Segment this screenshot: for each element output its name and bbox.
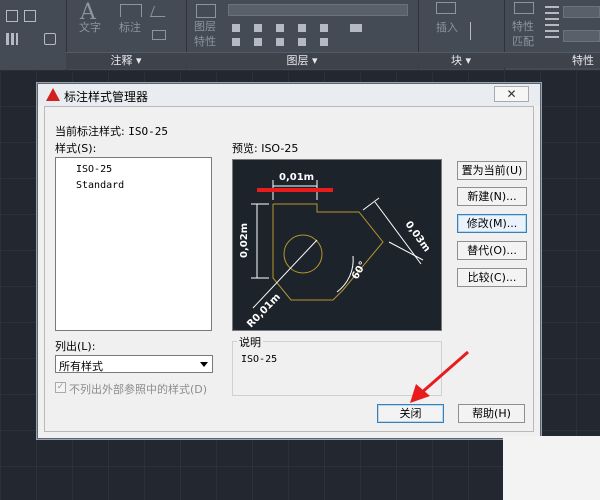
preview-panel: 0,01m 0,02m 0,03m 60° R0,01m bbox=[232, 159, 442, 331]
autocad-logo-icon bbox=[46, 88, 60, 101]
dialog-titlebar[interactable]: 标注样式管理器 ✕ bbox=[38, 84, 540, 106]
compare-styles-button[interactable]: 比较(C)... bbox=[457, 268, 527, 287]
chevron-down-icon bbox=[200, 362, 208, 367]
current-style-line: 当前标注样式: ISO-25 bbox=[55, 123, 168, 139]
styles-listbox[interactable]: ISO-25 Standard bbox=[55, 157, 212, 331]
stamp-icon[interactable] bbox=[44, 33, 56, 45]
preview-radius-leader bbox=[252, 239, 318, 309]
new-style-button[interactable]: 新建(N)... bbox=[457, 187, 527, 206]
properties-panel-title[interactable]: 特性 bbox=[504, 52, 600, 68]
layer-properties-icon[interactable] bbox=[196, 4, 216, 18]
current-style-label: 当前标注样式: bbox=[55, 125, 125, 138]
property-dropdown-1[interactable] bbox=[563, 6, 600, 18]
layer-tools-row1[interactable] bbox=[232, 24, 342, 32]
dialog-body: 当前标注样式: ISO-25 样式(S): ISO-25 Standard 列出… bbox=[44, 106, 534, 432]
layer-properties-label[interactable]: 图层特性 bbox=[194, 19, 224, 49]
list-filter-select[interactable]: 所有样式 bbox=[55, 355, 213, 373]
insert-block-icon[interactable] bbox=[436, 2, 456, 14]
list-label: 列出(L): bbox=[55, 340, 96, 353]
list-item[interactable]: ISO-25 bbox=[76, 164, 112, 175]
preview-dim-radius: R0,01m bbox=[245, 292, 283, 330]
layout-icon[interactable] bbox=[24, 10, 36, 22]
table-icon[interactable] bbox=[6, 33, 18, 45]
preview-dim-right: 0,03m bbox=[403, 219, 433, 254]
current-style-value: ISO-25 bbox=[128, 125, 168, 138]
preview-dim-left: 0,02m bbox=[239, 223, 250, 258]
modify-style-button[interactable]: 修改(M)... bbox=[457, 214, 527, 233]
dimension-tool-label[interactable]: 标注 bbox=[119, 19, 141, 35]
close-button[interactable]: 关闭 bbox=[377, 404, 444, 423]
list-item[interactable]: Standard bbox=[76, 180, 124, 191]
block-tools-icon[interactable] bbox=[470, 22, 491, 40]
styles-label: 样式(S): bbox=[55, 142, 97, 155]
preview-dim-top: 0,01m bbox=[279, 172, 314, 183]
layer-tool-more[interactable] bbox=[350, 24, 362, 32]
property-dropdown-2[interactable] bbox=[563, 30, 600, 42]
layer-dropdown[interactable] bbox=[228, 4, 408, 16]
xref-checkbox[interactable]: ✓ bbox=[55, 382, 66, 393]
preview-outline bbox=[272, 203, 384, 301]
xref-checkbox-label[interactable]: 不列出外部参照中的样式(D) bbox=[69, 381, 207, 397]
dimension-style-manager-dialog: 标注样式管理器 ✕ 当前标注样式: ISO-25 样式(S): ISO-25 S… bbox=[37, 83, 541, 439]
description-value: ISO-25 bbox=[241, 354, 278, 365]
block-panel-title[interactable]: 块 ▾ bbox=[418, 52, 504, 69]
watermark-patch bbox=[503, 436, 600, 500]
leader-icon[interactable] bbox=[149, 6, 170, 17]
description-group bbox=[232, 341, 442, 396]
insert-label[interactable]: 插入 bbox=[436, 19, 458, 35]
text-tool-label[interactable]: 文字 bbox=[79, 19, 101, 35]
layers-panel-title[interactable]: 图层 ▾ bbox=[186, 52, 418, 69]
description-label: 说明 bbox=[237, 334, 263, 350]
list-filter-value: 所有样式 bbox=[59, 360, 103, 373]
match-properties-icon[interactable] bbox=[514, 2, 534, 14]
annotation-panel-title[interactable]: 注释 ▾ bbox=[66, 52, 186, 69]
preview-drawing: 0,01m 0,02m 0,03m 60° R0,01m bbox=[239, 172, 433, 330]
grid-icon[interactable] bbox=[6, 10, 18, 22]
override-style-button[interactable]: 替代(O)... bbox=[457, 241, 527, 260]
preview-label: 预览: ISO-25 bbox=[232, 142, 299, 155]
layer-tools-row2[interactable] bbox=[232, 38, 342, 46]
dimension-tool-icon[interactable] bbox=[120, 4, 142, 17]
dialog-title: 标注样式管理器 bbox=[64, 90, 149, 104]
help-button[interactable]: 帮助(H) bbox=[458, 404, 525, 423]
table-small-icon[interactable] bbox=[152, 30, 166, 40]
ribbon: A 文字 标注 注释 ▾ 图层特性 图层 ▾ 插入 块 ▾ 特性匹配 特性 bbox=[0, 0, 600, 71]
properties-list-icon[interactable] bbox=[545, 6, 559, 40]
set-current-button[interactable]: 置为当前(U) bbox=[457, 161, 527, 180]
close-icon[interactable]: ✕ bbox=[494, 86, 529, 102]
match-properties-label[interactable]: 特性匹配 bbox=[512, 19, 540, 49]
